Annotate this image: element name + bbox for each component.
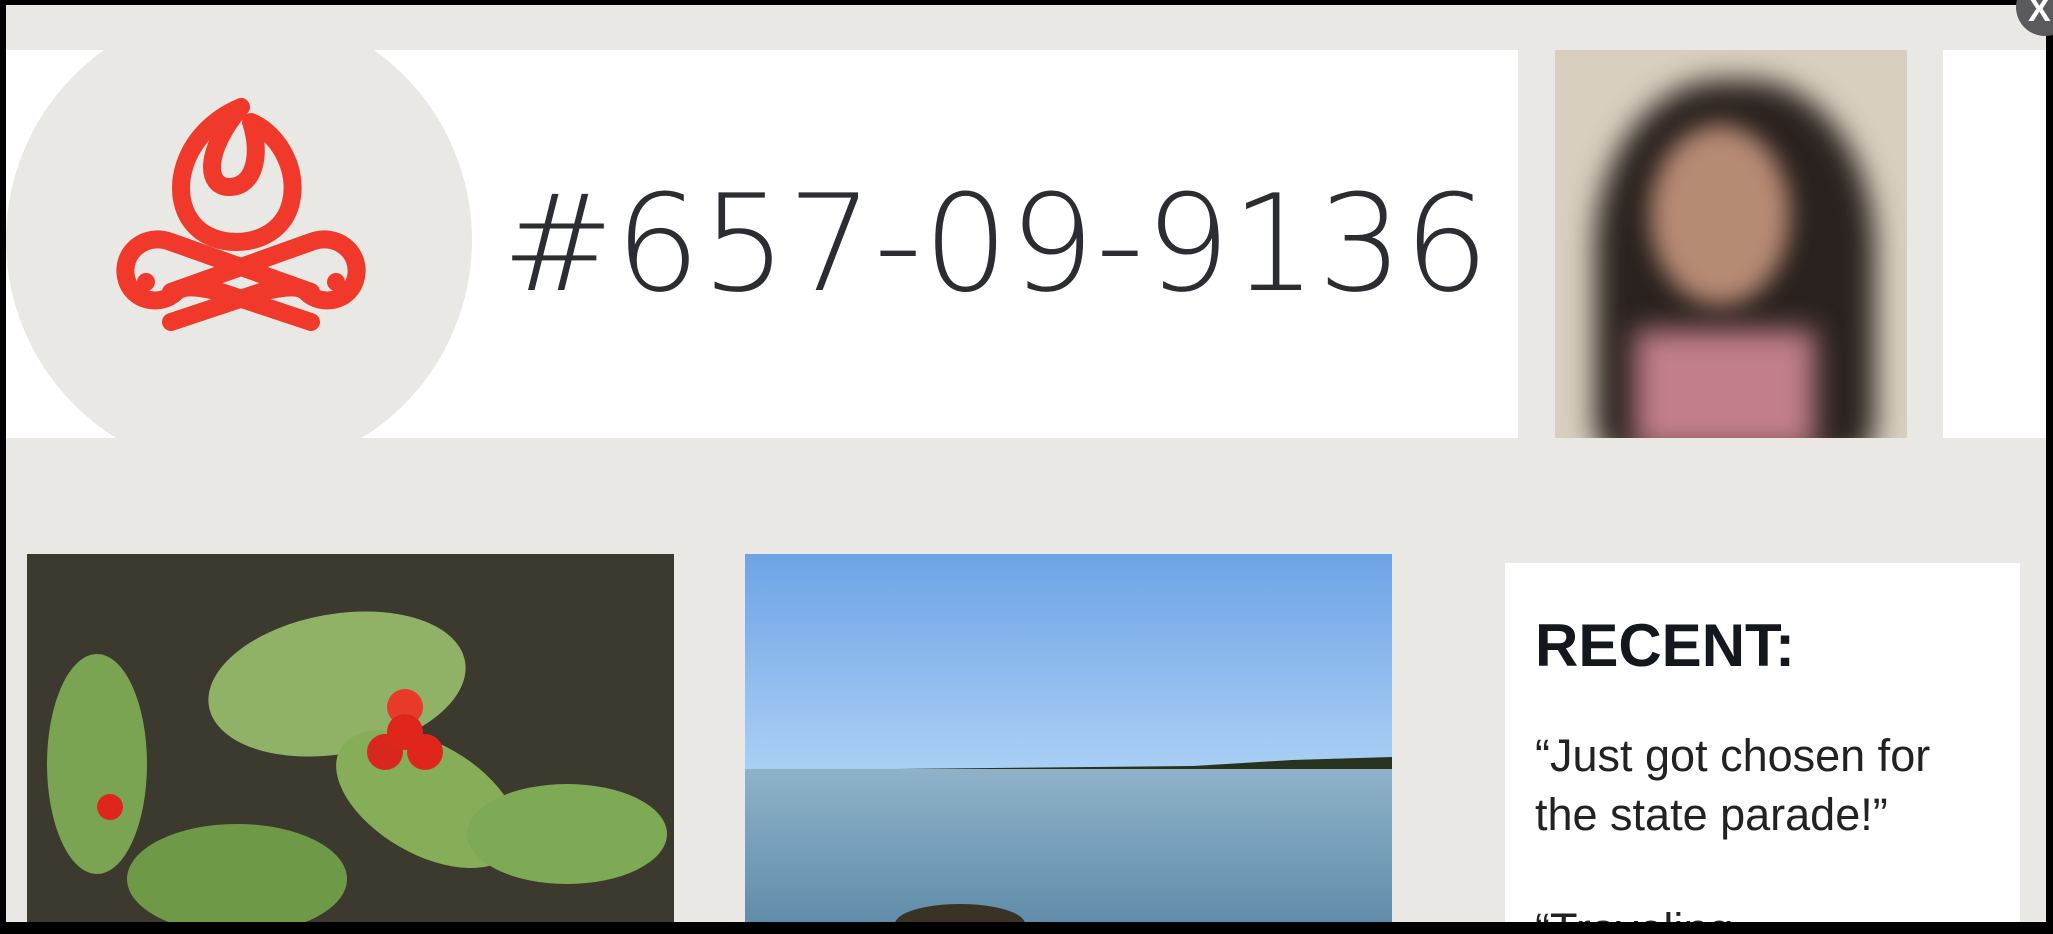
photo-berries-plant[interactable]	[27, 554, 674, 922]
recent-post: “Just got chosen for the state parade!”	[1535, 730, 1931, 840]
avatar-badge	[6, 7, 472, 473]
recent-panel: RECENT: “Just got chosen for the state p…	[1505, 563, 2020, 922]
campfire-icon	[116, 98, 366, 331]
recent-heading: RECENT:	[1535, 612, 1796, 679]
photo-lake[interactable]	[745, 554, 1392, 922]
recent-post: “Traveling...	[1535, 900, 1990, 922]
profile-page: #657-09-9136 RECENT: “Just got chosen fo…	[6, 5, 2046, 922]
header-side-panel	[1943, 50, 2046, 438]
profile-photo	[1555, 50, 1907, 438]
id-number: #657-09-9136	[501, 166, 1491, 322]
